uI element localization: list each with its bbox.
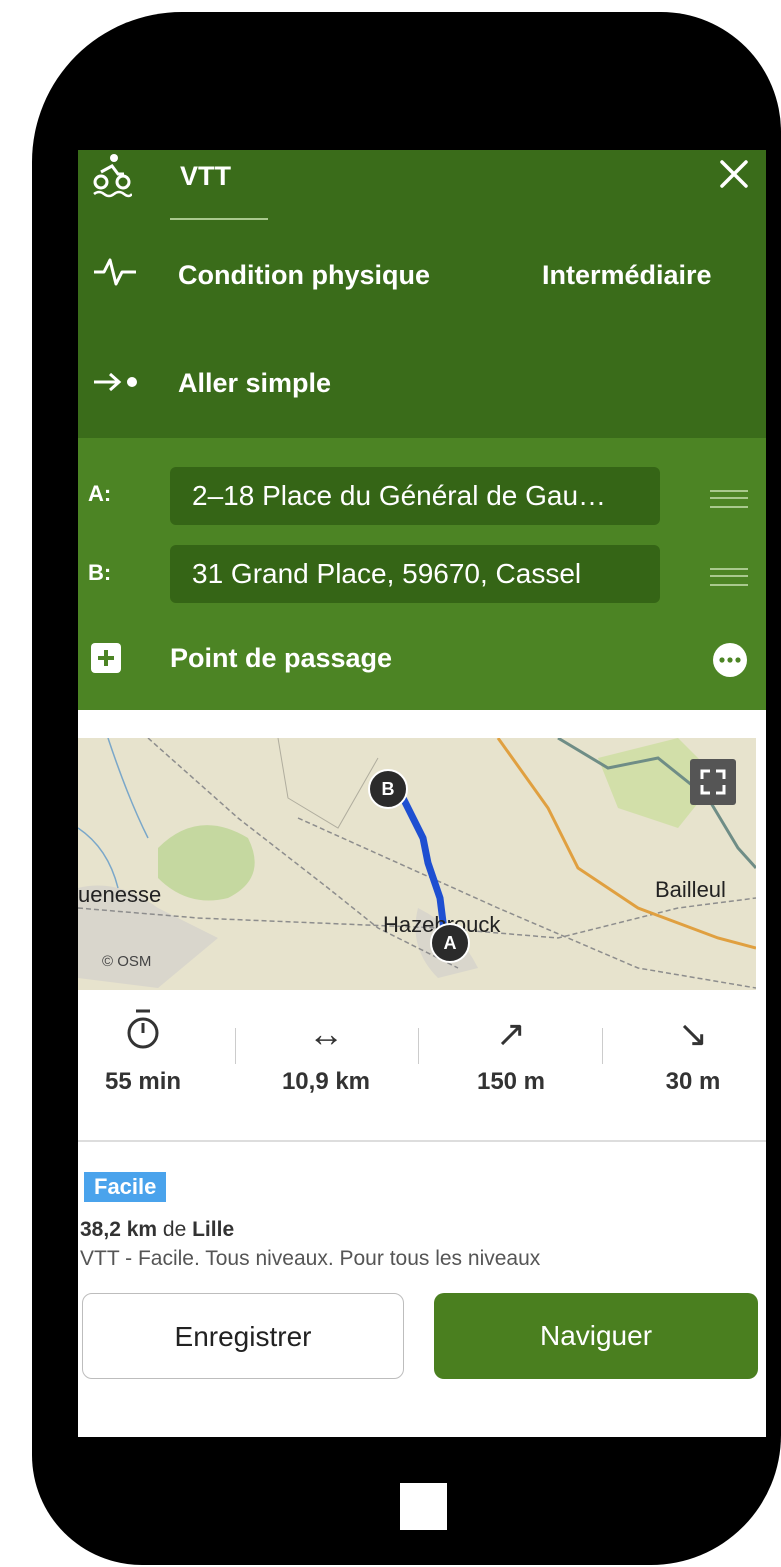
more-icon (713, 643, 747, 677)
difficulty-badge: Facile (84, 1172, 167, 1202)
suggestion-city: Lille (192, 1218, 235, 1241)
stat-separator (418, 1028, 419, 1064)
map-label-left: uenesse (78, 882, 162, 907)
suggestion-from: de (162, 1218, 187, 1241)
descent-stat: ↘ 30 m (618, 1008, 766, 1096)
duration-value: 55 min (104, 1068, 182, 1095)
ascent-stat: ↗ 150 m (436, 1008, 586, 1096)
stopwatch-icon (78, 1008, 218, 1060)
point-a-label: A: (88, 481, 112, 506)
activity-underline (170, 218, 268, 220)
point-a-field[interactable]: 2–18 Place du Général de Gau… (170, 467, 660, 525)
fullscreen-icon (700, 769, 726, 795)
bottom-bar: Enregistrer Naviguer (78, 1265, 766, 1437)
add-waypoint-button[interactable]: Point de passage (78, 628, 678, 688)
save-button[interactable]: Enregistrer (82, 1293, 404, 1379)
route-line (394, 784, 448, 934)
distance-value: 10,9 km (281, 1068, 371, 1095)
navigate-button[interactable]: Naviguer (434, 1293, 758, 1379)
ascent-arrow-icon: ↗ (495, 1013, 527, 1054)
activity-label: VTT (180, 161, 231, 191)
fitness-row[interactable]: Condition physique Intermédiaire (78, 242, 766, 312)
divider (78, 1140, 766, 1142)
heartbeat-icon (94, 258, 136, 286)
route-points-panel: A: 2–18 Place du Général de Gau… B: 31 G… (78, 438, 766, 710)
home-button[interactable] (400, 1483, 447, 1530)
duration-stat: 55 min (78, 1008, 218, 1096)
horizontal-arrows-icon: ↔ (308, 1013, 344, 1054)
suggestion-distance-line: 38,2 km de Lille (80, 1218, 234, 1242)
suggestion-distance: 38,2 km (80, 1218, 158, 1241)
activity-row[interactable]: VTT (78, 150, 678, 230)
route-options-panel: VTT Condition physique Intermédiaire All… (78, 150, 766, 438)
descent-value: 30 m (665, 1068, 721, 1095)
point-b-field[interactable]: 31 Grand Place, 59670, Cassel (170, 545, 660, 603)
add-waypoint-label: Point de passage (170, 643, 393, 673)
marker-a[interactable]: A (430, 923, 470, 963)
plus-square-icon (91, 643, 121, 673)
route-stats: 55 min ↔ 10,9 km ↗ 150 m ↘ 30 m (78, 1008, 766, 1138)
ascent-value: 150 m (476, 1068, 546, 1095)
route-planner-screen: VTT Condition physique Intermédiaire All… (78, 150, 766, 1437)
stat-separator (235, 1028, 236, 1064)
cycling-icon (93, 154, 132, 198)
fitness-value: Intermédiaire (542, 260, 712, 290)
descent-arrow-icon: ↘ (677, 1013, 709, 1054)
fitness-label: Condition physique (178, 260, 430, 290)
point-a-drag-handle-icon[interactable] (710, 490, 748, 508)
map-label-right: Bailleul (655, 877, 726, 902)
route-suggestion-card[interactable]: Facile 38,2 km de Lille VTT - Facile, To… (78, 1172, 766, 1272)
stat-separator (602, 1028, 603, 1064)
more-options-button[interactable] (712, 642, 748, 678)
close-button[interactable] (714, 154, 754, 194)
point-b-drag-handle-icon[interactable] (710, 568, 748, 586)
one-way-arrow-icon (94, 372, 137, 392)
map-attribution: © OSM (102, 953, 152, 970)
distance-stat: ↔ 10,9 km (251, 1008, 401, 1096)
trip-type-label: Aller simple (178, 368, 332, 398)
fullscreen-button[interactable] (690, 759, 736, 805)
point-b-label: B: (88, 560, 112, 585)
close-icon (720, 160, 748, 188)
marker-b[interactable]: B (368, 769, 408, 809)
map-canvas (78, 738, 756, 989)
trip-type-row[interactable]: Aller simple (78, 350, 766, 420)
route-map[interactable]: uenesse Hazebrouck Bailleul © OSM B A (78, 738, 756, 990)
